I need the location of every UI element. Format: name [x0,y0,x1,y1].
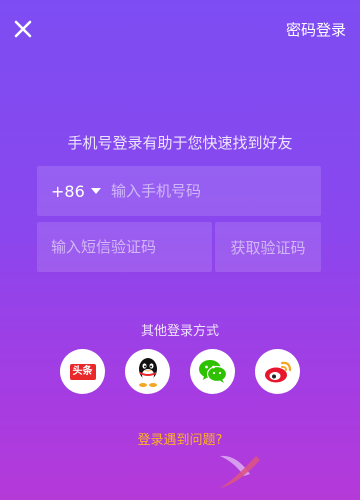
phone-input-row: +86 [37,166,321,216]
toutiao-login-button[interactable]: 头条 [60,349,105,394]
caret-down-icon [90,188,101,194]
sms-code-input[interactable] [37,222,212,272]
wechat-login-button[interactable] [190,349,235,394]
toutiao-icon: 头条 [69,363,96,380]
login-help-link[interactable]: 登录遇到问题? [0,429,360,448]
country-code-value: +86 [51,181,85,201]
tagline: 手机号登录有助于您快速找到好友 [67,134,293,152]
close-button[interactable] [10,16,36,42]
wechat-icon [198,359,227,383]
close-icon [14,20,32,38]
qq-penguin-icon [138,357,157,387]
top-bar: 密码登录 [0,0,360,58]
get-code-button[interactable]: 获取验证码 [215,222,321,272]
social-login-row: 头条 [0,349,360,394]
country-code-selector[interactable]: +86 [37,182,105,201]
phone-number-input[interactable] [105,166,321,216]
sms-code-row: 获取验证码 [37,222,321,272]
other-login-title: 其他登录方式 [140,324,219,339]
weibo-icon [264,361,291,382]
qq-login-button[interactable] [125,349,170,394]
watermark-logo [220,455,260,488]
weibo-login-button[interactable] [255,349,300,394]
password-login-link[interactable]: 密码登录 [286,19,346,40]
